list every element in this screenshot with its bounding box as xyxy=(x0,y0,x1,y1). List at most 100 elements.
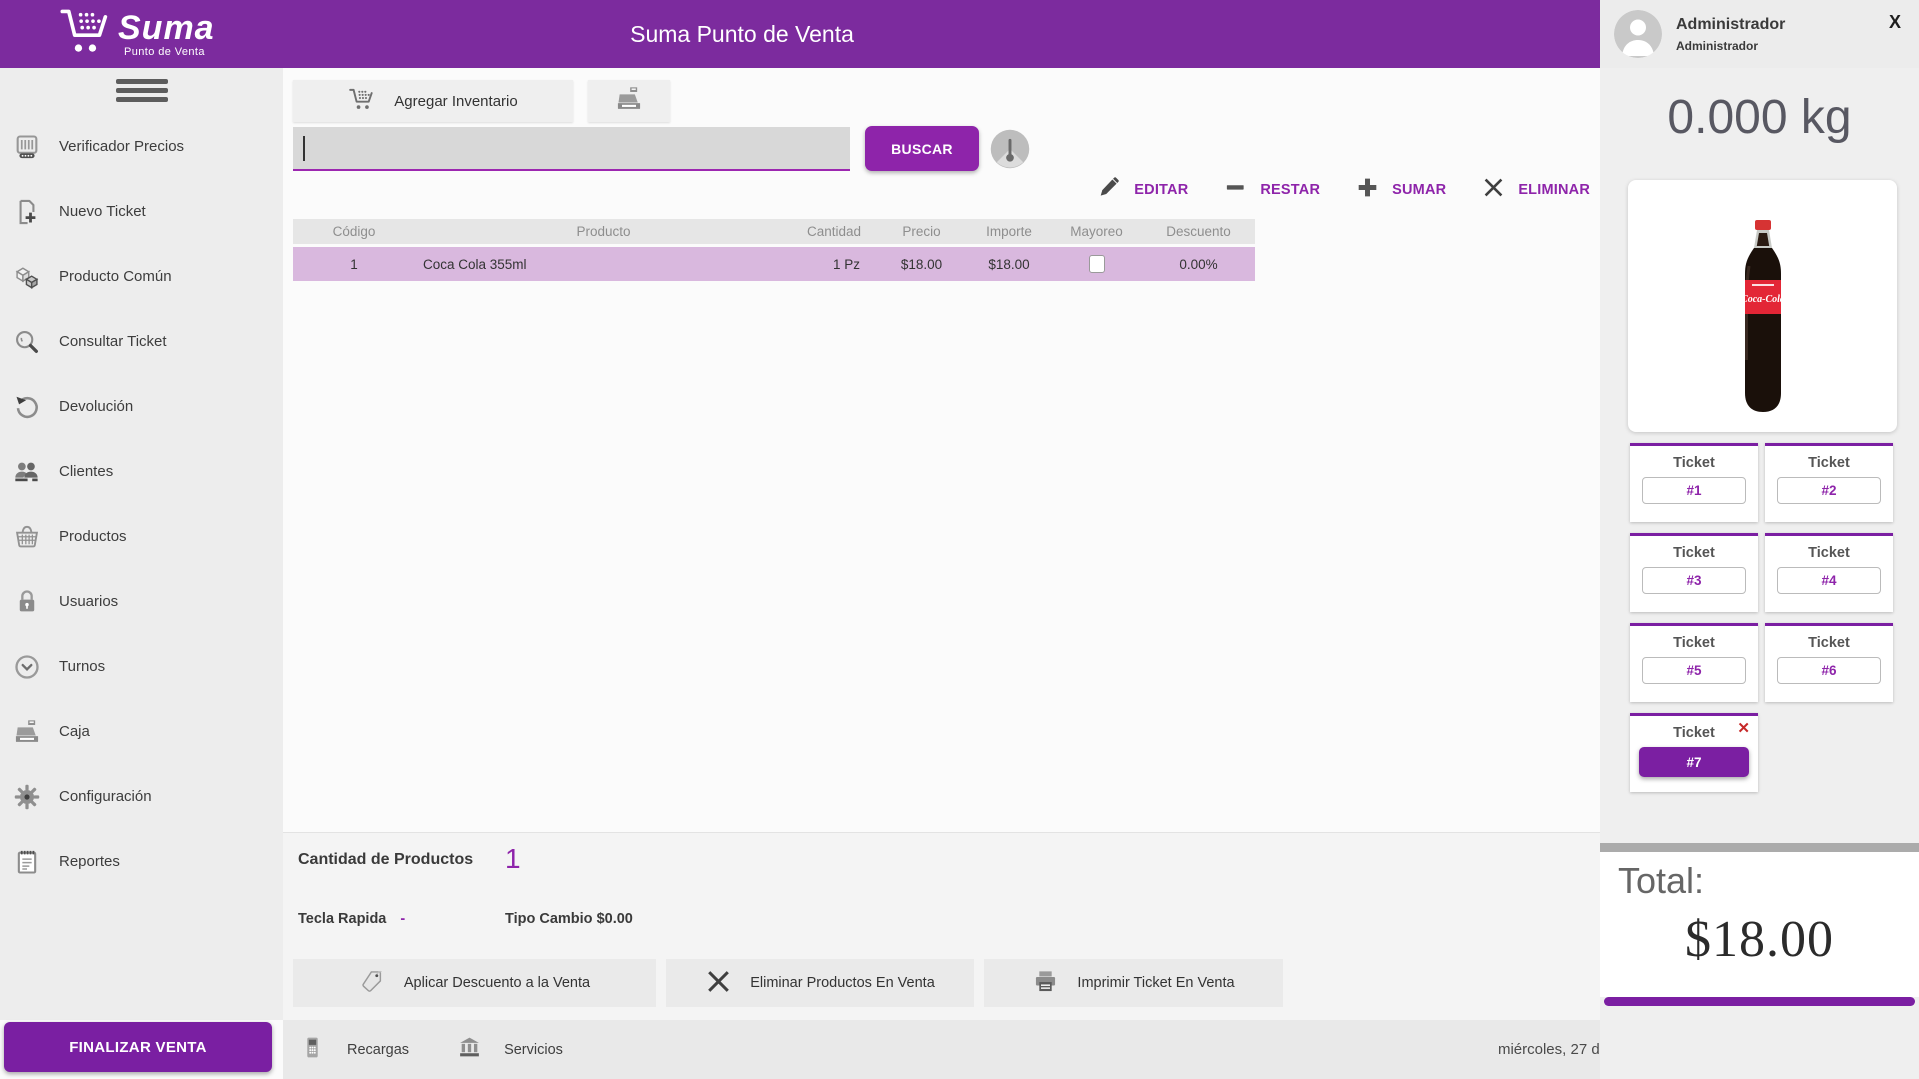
sidebar-item-productos[interactable]: Productos xyxy=(0,504,283,569)
cell-descuento: 0.00% xyxy=(1142,247,1255,281)
cash-register-icon xyxy=(12,717,42,747)
ticket-card[interactable]: ✕ Ticket #3 xyxy=(1630,533,1758,612)
summary-action-button[interactable]: Imprimir Ticket En Venta xyxy=(984,959,1283,1007)
cart-icon xyxy=(348,85,376,117)
basket-icon xyxy=(12,522,42,552)
magnifier-icon xyxy=(12,327,42,357)
user-strip[interactable]: Administrador Administrador X xyxy=(1600,0,1919,68)
sidebar-item-consultar-ticket[interactable]: Consultar Ticket xyxy=(0,309,283,374)
gauge-icon xyxy=(988,159,1032,174)
eliminar-button[interactable]: ELIMINAR xyxy=(1482,176,1590,204)
total-divider xyxy=(1600,843,1919,852)
ticket-close-icon[interactable]: ✕ xyxy=(1737,719,1750,737)
sidebar-item-usuarios[interactable]: Usuarios xyxy=(0,569,283,634)
ticket-card[interactable]: ✕ Ticket #6 xyxy=(1765,623,1893,702)
exchange-rate-label: Tipo Cambio $0.00 xyxy=(505,911,633,927)
sidebar-item-producto-com-n[interactable]: Producto Común xyxy=(0,244,283,309)
ticket-card[interactable]: ✕ Ticket #2 xyxy=(1765,443,1893,522)
hamburger-menu-icon[interactable] xyxy=(116,79,168,102)
text-caret xyxy=(303,136,305,161)
tag-icon xyxy=(359,968,386,999)
search-input[interactable] xyxy=(293,127,850,169)
pencil-icon xyxy=(1098,176,1134,204)
product-count-label: Cantidad de Productos xyxy=(298,851,473,869)
x-icon xyxy=(705,968,732,999)
ticket-button[interactable]: #3 xyxy=(1642,567,1746,594)
ticket-button[interactable]: #4 xyxy=(1777,567,1881,594)
sidebar-item-clientes[interactable]: Clientes xyxy=(0,439,283,504)
app-header: Suma Punto de Venta Suma Punto de Venta xyxy=(0,0,1600,68)
hotkey-label: Tecla Rapida xyxy=(298,911,386,927)
cell-precio: $18.00 xyxy=(876,247,967,281)
sidebar-item-caja[interactable]: Caja xyxy=(0,699,283,764)
undo-icon xyxy=(12,392,42,422)
page-title: Suma Punto de Venta xyxy=(0,0,1484,68)
barcode-scanner-icon xyxy=(12,132,42,162)
new-ticket-icon xyxy=(12,197,42,227)
plus-icon xyxy=(1356,176,1392,204)
cash-register-button[interactable] xyxy=(588,80,670,122)
total-value: $18.00 xyxy=(1600,910,1919,969)
right-panel: 0.000 kg Coca-Cola ✕ Ticket #1 ✕ Ticket xyxy=(1600,68,1919,1079)
search-row: BUSCAR xyxy=(293,126,1032,171)
sidebar-item-verificador-precios[interactable]: Verificador Precios xyxy=(0,114,283,179)
restar-button[interactable]: RESTAR xyxy=(1224,176,1320,204)
ticket-button[interactable]: #6 xyxy=(1777,657,1881,684)
scale-weight: 0.000 kg xyxy=(1600,90,1919,145)
add-inventory-label: Agregar Inventario xyxy=(394,93,517,110)
tickets-grid: ✕ Ticket #1 ✕ Ticket #2 ✕ Ticket #3 ✕ Ti… xyxy=(1630,443,1893,792)
ticket-card[interactable]: ✕ Ticket #1 xyxy=(1630,443,1758,522)
column-header: Importe xyxy=(967,219,1051,244)
product-image-card: Coca-Cola xyxy=(1628,180,1897,432)
editar-button[interactable]: EDITAR xyxy=(1098,176,1188,204)
sale-summary: Cantidad de Productos 1 Tecla Rapida - T… xyxy=(283,832,1600,1020)
servicios-button[interactable]: Servicios xyxy=(457,1035,563,1065)
sidebar-item-turnos[interactable]: Turnos xyxy=(0,634,283,699)
summary-action-button[interactable]: Eliminar Productos En Venta xyxy=(666,959,974,1007)
sidebar-item-reportes[interactable]: Reportes xyxy=(0,829,283,894)
user-role: Administrador xyxy=(1676,39,1785,53)
column-header: Producto xyxy=(415,219,792,244)
ticket-button[interactable]: #2 xyxy=(1777,477,1881,504)
recargas-button[interactable]: Recargas xyxy=(300,1035,409,1065)
sidebar-menu: Verificador Precios Nuevo Ticket Product… xyxy=(0,114,283,894)
ticket-card[interactable]: ✕ Ticket #7 xyxy=(1630,713,1758,792)
product-count-value: 1 xyxy=(505,843,521,875)
sidebar-item-devoluci-n[interactable]: Devolución xyxy=(0,374,283,439)
sale-table-wrap: CódigoProductoCantidadPrecioImporteMayor… xyxy=(293,216,1255,284)
close-icon[interactable]: X xyxy=(1889,12,1901,33)
lock-icon xyxy=(12,587,42,617)
search-box xyxy=(293,127,850,171)
people-icon xyxy=(12,457,42,487)
ticket-button[interactable]: #5 xyxy=(1642,657,1746,684)
column-header: Mayoreo xyxy=(1051,219,1142,244)
add-inventory-button[interactable]: Agregar Inventario xyxy=(293,80,573,122)
summary-action-button[interactable]: Aplicar Descuento a la Venta xyxy=(293,959,656,1007)
summary-buttons: Aplicar Descuento a la Venta Eliminar Pr… xyxy=(293,959,1283,1007)
user-name: Administrador xyxy=(1676,16,1785,34)
search-button[interactable]: BUSCAR xyxy=(865,126,979,171)
total-label: Total: xyxy=(1618,860,1919,902)
mayoreo-checkbox[interactable] xyxy=(1089,255,1105,273)
coca-cola-bottle-image: Coca-Cola xyxy=(1731,220,1795,422)
ticket-card[interactable]: ✕ Ticket #4 xyxy=(1765,533,1893,612)
sidebar-item-configuraci-n[interactable]: Configuración xyxy=(0,764,283,829)
ticket-button[interactable]: #7 xyxy=(1639,747,1749,777)
table-header-row: CódigoProductoCantidadPrecioImporteMayor… xyxy=(293,219,1255,244)
clock-icon xyxy=(12,652,42,682)
column-header: Cantidad xyxy=(792,219,876,244)
bank-icon xyxy=(457,1035,482,1065)
scale-gauge-button[interactable] xyxy=(988,127,1032,171)
column-header: Descuento xyxy=(1142,219,1255,244)
finalize-sale-button[interactable]: FINALIZAR VENTA xyxy=(4,1022,272,1072)
avatar xyxy=(1614,10,1662,58)
ticket-button[interactable]: #1 xyxy=(1642,477,1746,504)
recargas-label: Recargas xyxy=(347,1042,409,1058)
table-row[interactable]: 1Coca Cola 355ml1 Pz$18.00$18.000.00% xyxy=(293,247,1255,281)
ticket-card[interactable]: ✕ Ticket #5 xyxy=(1630,623,1758,702)
servicios-label: Servicios xyxy=(504,1042,563,1058)
column-header: Código xyxy=(293,219,415,244)
sumar-button[interactable]: SUMAR xyxy=(1356,176,1446,204)
row-actions: EDITAR RESTAR SUMAR ELIMINAR xyxy=(1062,176,1590,204)
sidebar-item-nuevo-ticket[interactable]: Nuevo Ticket xyxy=(0,179,283,244)
